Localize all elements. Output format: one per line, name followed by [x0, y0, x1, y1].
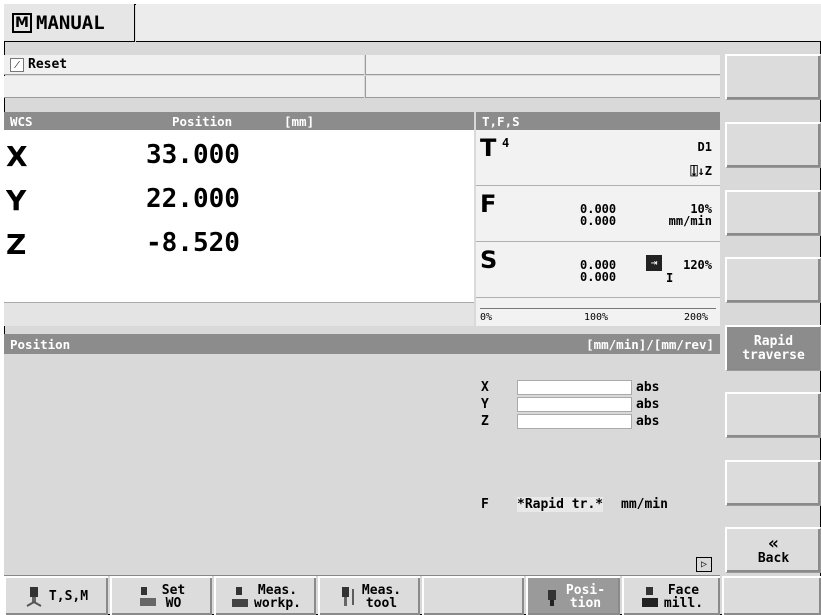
- position-footer: ▷: [4, 554, 720, 576]
- spindle-set: 0.000: [580, 270, 617, 284]
- wcs-footer: [4, 302, 474, 326]
- spindle-panel: S 0.000 0.000 ⇥ 120% I: [476, 242, 720, 298]
- field-z-input[interactable]: [517, 414, 632, 429]
- softkey-right-4[interactable]: [725, 257, 821, 303]
- position-panel: X abs Y abs Z abs F *Rapid tr.* mm/min: [4, 354, 720, 554]
- axis-x-label: X: [6, 140, 28, 173]
- face-mill-button[interactable]: Face mill.: [622, 576, 720, 615]
- measure-tool-button[interactable]: Meas. tool: [318, 576, 420, 615]
- tool-direction-axis: Z: [704, 164, 712, 178]
- field-z-label: Z: [481, 414, 489, 429]
- position-label: Posi- tion: [565, 582, 606, 611]
- set-wo-icon: [139, 586, 156, 606]
- feed-field-label: F: [481, 497, 489, 512]
- spindle-override: 120%: [683, 258, 712, 272]
- tool-panel: T 4 D1 ⍗↓Z: [476, 130, 720, 186]
- feed-set: 0.000: [580, 214, 617, 228]
- spindle-gear: I: [666, 271, 674, 285]
- set-wo-button[interactable]: Set WO: [110, 576, 212, 615]
- feed-unit: mm/min: [668, 214, 712, 228]
- back-label: Back: [757, 550, 790, 566]
- status-line-2-right: [365, 76, 720, 98]
- tool-number: 4: [502, 136, 510, 150]
- back-arrow-icon: «: [768, 532, 779, 554]
- field-x-mode: abs: [636, 380, 660, 395]
- softkey-right-3[interactable]: [725, 190, 821, 236]
- softkey-right-6[interactable]: [725, 392, 821, 438]
- tsm-label: T,S,M: [48, 589, 89, 604]
- softkey-right-7[interactable]: [725, 460, 821, 506]
- set-wo-label: Set WO: [161, 582, 186, 611]
- tfs-title: T,F,S: [482, 113, 520, 129]
- spindle-direction-icon: ⇥: [646, 255, 662, 271]
- tool-spindle-icon: [26, 586, 42, 607]
- wcs-title: WCS: [10, 113, 33, 129]
- axis-z-label: Z: [6, 228, 27, 261]
- position-title: Position: [10, 336, 71, 352]
- feed-field-value[interactable]: *Rapid tr.*: [517, 497, 604, 512]
- manual-mode-icon: M: [12, 12, 32, 33]
- softkey-right-1[interactable]: [725, 54, 821, 100]
- field-x-label: X: [481, 380, 489, 395]
- measure-workpiece-button[interactable]: Meas. workp.: [214, 576, 316, 615]
- axis-y-label: Y: [6, 184, 27, 217]
- tfs-header: T,F,S: [476, 112, 720, 130]
- field-x-input[interactable]: [517, 380, 632, 395]
- measure-tool-icon: [341, 586, 354, 606]
- axis-x-value: 33.000: [146, 140, 240, 170]
- rapid-traverse-button[interactable]: Rapid traverse: [725, 325, 821, 371]
- position-header: Position [mm/min]/[mm/rev]: [4, 334, 720, 354]
- scale-min: 0%: [480, 312, 493, 323]
- feed-panel: F 0.000 0.000 10% mm/min: [476, 186, 720, 242]
- position-button[interactable]: Posi- tion: [526, 576, 620, 615]
- scale-max: 200%: [684, 312, 709, 323]
- mode-label: MANUAL: [36, 11, 105, 34]
- axis-z-value: -8.520: [146, 228, 240, 258]
- field-y-input[interactable]: [517, 397, 632, 412]
- reset-status: ⁄ Reset: [4, 55, 364, 75]
- face-mill-icon: [641, 586, 658, 607]
- wcs-position-title: Position: [172, 113, 233, 129]
- feed-field-unit: mm/min: [621, 497, 668, 512]
- field-y-label: Y: [481, 397, 489, 412]
- measure-workpiece-label: Meas. workp.: [254, 582, 301, 611]
- position-unit: [mm/min]/[mm/rev]: [586, 336, 714, 352]
- position-icon: [547, 589, 556, 606]
- title-bar: [136, 4, 821, 42]
- measure-workpiece-icon: [232, 586, 249, 607]
- scale-mid: 100%: [584, 312, 609, 323]
- feed-letter: F: [480, 190, 497, 218]
- wcs-position-panel: X 33.000 Y 22.000 Z -8.520: [4, 130, 474, 302]
- tool-letter: T: [480, 134, 497, 162]
- field-y-mode: abs: [636, 397, 660, 412]
- status-line-2: [4, 76, 364, 98]
- tsm-button[interactable]: T,S,M: [4, 576, 108, 615]
- wcs-header: WCS Position [mm]: [4, 112, 474, 130]
- tool-direction-icon: ⍗↓: [690, 164, 705, 178]
- scale-line: [480, 308, 716, 309]
- tool-direction: ⍗↓Z: [690, 164, 712, 178]
- field-z-mode: abs: [636, 414, 660, 429]
- tool-d-number: D1: [697, 140, 712, 154]
- reset-label: Reset: [28, 57, 68, 72]
- measure-tool-label: Meas. tool: [361, 582, 402, 611]
- softkey-bottom-5[interactable]: [422, 576, 524, 615]
- reset-icon: ⁄: [10, 57, 24, 72]
- softkey-right-2[interactable]: [725, 122, 821, 168]
- face-mill-label: Face mill.: [663, 582, 704, 611]
- next-page-icon[interactable]: ▷: [696, 557, 712, 572]
- wcs-unit: [mm]: [284, 113, 315, 129]
- back-button[interactable]: « Back: [725, 527, 821, 573]
- override-scale: 0% 100% 200%: [476, 298, 720, 326]
- mode-indicator: M MANUAL: [4, 4, 135, 42]
- axis-y-value: 22.000: [146, 184, 240, 214]
- softkey-bottom-8[interactable]: [722, 576, 821, 615]
- spindle-letter: S: [480, 246, 498, 274]
- status-message-right: [365, 55, 720, 75]
